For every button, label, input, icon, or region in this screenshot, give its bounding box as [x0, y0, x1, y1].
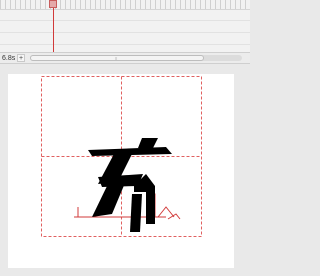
playhead-handle[interactable]: [49, 0, 57, 8]
timeline-status-bar: 6.8s + ≡: [0, 52, 250, 64]
glyph-outline: [74, 193, 181, 220]
timeline-track-divider: [0, 44, 250, 45]
stage-area: [0, 64, 250, 276]
timeline-track-divider: [0, 20, 250, 21]
scrollbar-grip-icon: ≡: [115, 56, 118, 61]
timeline-track-divider: [0, 32, 250, 33]
playhead-line: [52, 8, 54, 53]
timeline-panel: [0, 0, 250, 53]
glyph-drawing: [41, 76, 202, 237]
scrollbar-thumb[interactable]: ≡: [30, 55, 204, 61]
timeline-horizontal-scrollbar[interactable]: ≡: [30, 55, 242, 61]
stage-canvas[interactable]: [8, 74, 234, 268]
add-keyframe-button[interactable]: +: [17, 54, 25, 62]
current-time-label: 6.8s: [2, 55, 16, 62]
timeline-ruler[interactable]: [0, 0, 250, 10]
glyph-strokes: [88, 138, 172, 232]
